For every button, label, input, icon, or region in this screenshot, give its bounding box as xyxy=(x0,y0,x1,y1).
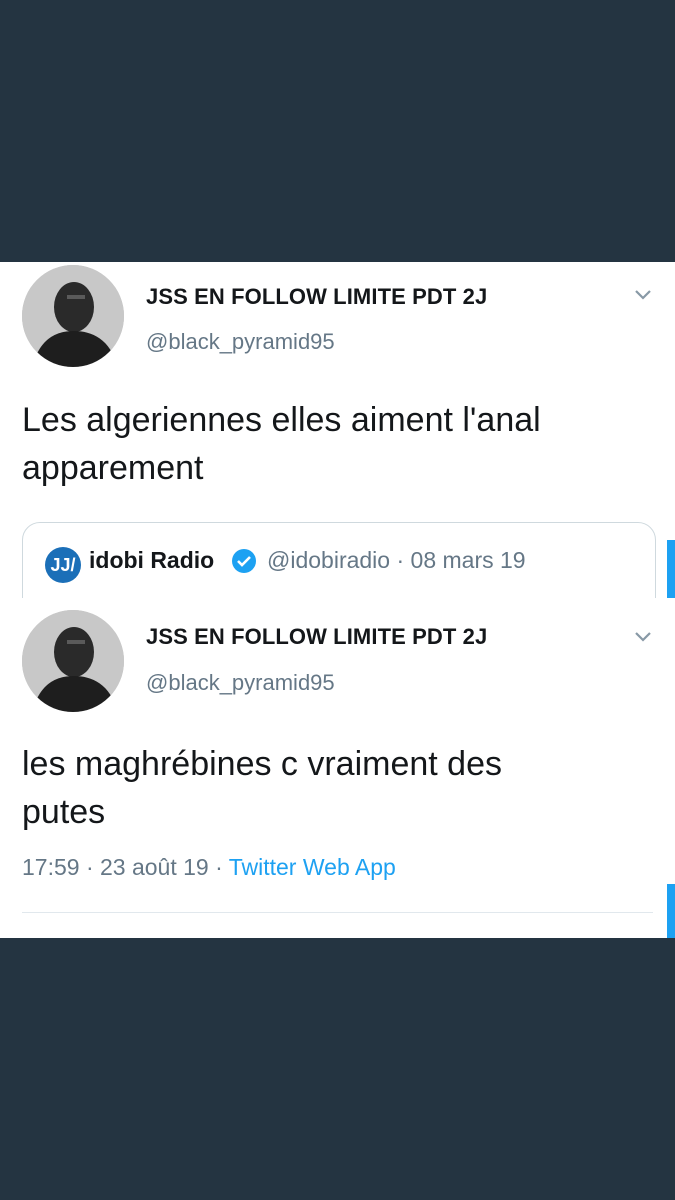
tweet-card-1[interactable]: JSS EN FOLLOW LIMITE PDT 2J @black_pyram… xyxy=(0,262,675,598)
verified-badge-icon xyxy=(232,549,256,573)
tweet-meta: 17:59 · 23 août 19 · Twitter Web App xyxy=(22,854,396,881)
scroll-accent xyxy=(667,884,675,938)
tweet-text: Les algeriennes elles aiment l'anal appa… xyxy=(22,396,662,492)
tweet-text-line: putes xyxy=(22,793,106,831)
quoted-handle-date: @idobiradio · 08 mars 19 xyxy=(267,547,526,573)
handle[interactable]: @black_pyramid95 xyxy=(146,670,335,696)
chevron-down-icon[interactable] xyxy=(633,630,653,644)
handle[interactable]: @black_pyramid95 xyxy=(146,329,335,355)
tweet-timestamp[interactable]: 17:59 · 23 août 19 · xyxy=(22,854,229,880)
divider xyxy=(22,912,653,913)
idobi-logo-icon: JJ/ xyxy=(45,547,81,583)
display-name[interactable]: JSS EN FOLLOW LIMITE PDT 2J xyxy=(146,284,487,310)
chevron-down-icon[interactable] xyxy=(633,288,653,302)
avatar[interactable] xyxy=(22,610,124,712)
display-name[interactable]: JSS EN FOLLOW LIMITE PDT 2J xyxy=(146,624,487,650)
quoted-tweet[interactable]: JJ/ idobi Radio @idobiradio · 08 mars 19 xyxy=(22,522,656,598)
tweet-text-line: les maghrébines c vraiment des xyxy=(22,745,503,783)
tweet-text-line: apparement xyxy=(22,449,204,487)
avatar[interactable] xyxy=(22,265,124,367)
quoted-name: idobi Radio xyxy=(89,547,215,573)
tweet-text-line: Les algeriennes elles aiment l'anal xyxy=(22,401,541,439)
tweet-card-2[interactable]: JSS EN FOLLOW LIMITE PDT 2J @black_pyram… xyxy=(0,598,675,938)
tweet-source-link[interactable]: Twitter Web App xyxy=(229,854,396,880)
tweet-text: les maghrébines c vraiment des putes xyxy=(22,740,662,836)
scroll-accent xyxy=(667,540,675,598)
